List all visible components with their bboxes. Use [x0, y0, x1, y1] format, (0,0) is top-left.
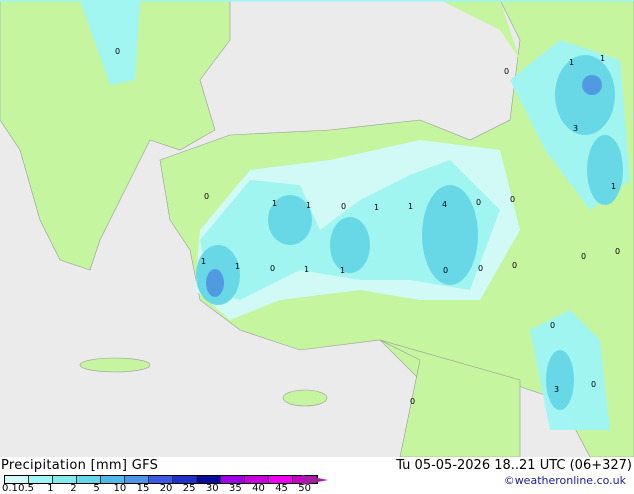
map-label: 0 [504, 67, 510, 76]
map-label: 0 [478, 264, 484, 273]
map-label: 1 [600, 54, 606, 63]
valid-time: Tu 05-05-2026 18..21 UTC (06+327) [396, 458, 632, 473]
scale-swatch [125, 476, 149, 483]
map-label: 1 [304, 265, 310, 274]
scale-tick: 2 [70, 483, 77, 494]
scale-tick: 20 [159, 483, 173, 494]
map-label: 1 [340, 266, 346, 275]
scale-swatch [101, 476, 125, 483]
scale-tick: 0.5 [18, 483, 34, 494]
scale-swatch [29, 476, 53, 483]
map-label: 0 [341, 202, 347, 211]
precipitation-map [0, 0, 634, 457]
credit-link[interactable]: ©weatheronline.co.uk [504, 474, 626, 487]
map-title: Precipitation [mm] GFS [1, 458, 159, 473]
map-label: 0 [476, 198, 482, 207]
map-label: 0 [512, 261, 518, 270]
map-label: 0 [591, 380, 597, 389]
scale-tick: 45 [275, 483, 288, 494]
map-label: 0 [615, 247, 621, 256]
map-label: 0 [410, 397, 416, 406]
scale-swatch [5, 476, 29, 483]
island-cyprus [282, 389, 328, 407]
legend-footer: Precipitation [mm] GFS Tu 05-05-2026 18.… [0, 457, 634, 494]
map-label: 1 [272, 199, 278, 208]
scale-tick: 30 [205, 483, 219, 494]
scale-tick: 25 [182, 483, 196, 494]
map-label: 3 [573, 124, 579, 133]
scale-tick: 15 [136, 483, 150, 494]
map-label: 0 [443, 266, 449, 275]
scale-swatch [221, 476, 245, 483]
map-label: 1 [306, 201, 312, 210]
map-label: 1 [408, 202, 414, 211]
scale-swatch [53, 476, 77, 483]
scale-tick: 40 [252, 483, 265, 494]
map-label: 0 [115, 47, 121, 56]
map-label: 0 [550, 321, 556, 330]
scale-tick: 10 [113, 483, 127, 494]
scale-tick: 1 [47, 483, 54, 494]
map-label: 0 [581, 252, 587, 261]
scale-swatch [245, 476, 269, 483]
map-label: 4 [442, 200, 448, 209]
scale-swatch [269, 476, 293, 483]
map-label: 1 [374, 203, 380, 212]
scale-tick: 5 [93, 483, 100, 494]
scale-swatch [173, 476, 197, 483]
island-crete [79, 357, 151, 373]
map-label: 1 [569, 58, 575, 67]
map-label: 0 [510, 195, 516, 204]
map-label: 1 [235, 262, 241, 271]
map-label: 3 [554, 385, 560, 394]
scale-swatch [197, 476, 221, 483]
scale-swatch [149, 476, 173, 483]
scale-tick: 35 [229, 483, 242, 494]
map-label: 1 [201, 257, 207, 266]
map-label: 0 [204, 192, 210, 201]
map-label: 0 [270, 264, 276, 273]
scale-tick: 50 [298, 483, 312, 494]
scale-tick: 0.1 [2, 483, 18, 494]
map-label: 1 [611, 182, 617, 191]
scale-swatch [77, 476, 101, 483]
